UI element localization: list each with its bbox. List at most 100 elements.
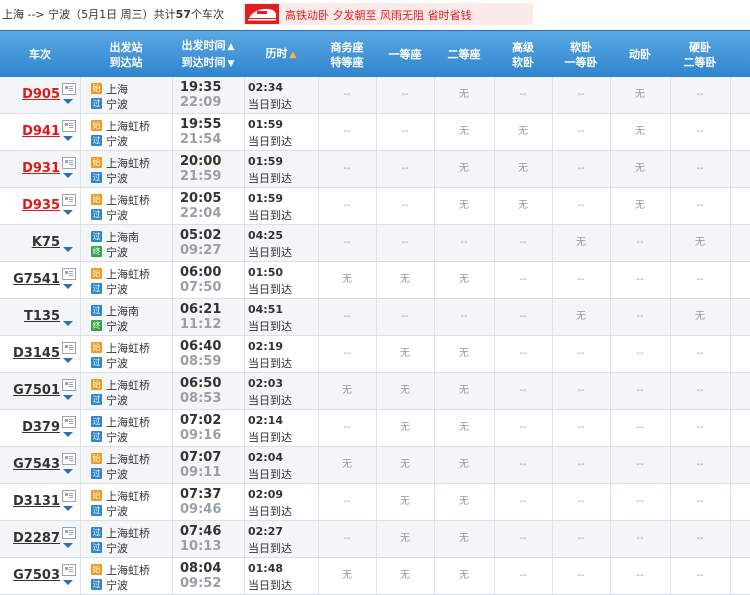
seat-availability: 无 [400,533,410,544]
column-divider [80,558,81,594]
arrival-note: 当日到达 [248,394,292,407]
arrival-note: 当日到达 [248,135,292,148]
duration: 02:27 [248,525,284,538]
arrival-time: 11:12 [180,317,222,332]
document-icon[interactable] [62,342,76,354]
column-divider [244,77,245,113]
from-station: 上海虹桥 [106,379,150,392]
document-icon[interactable] [62,268,76,280]
document-icon[interactable] [62,194,76,206]
departure-time: 06:40 [180,339,222,354]
seat-availability: 无 [400,496,410,507]
to-station: 宁波 [106,542,128,555]
document-icon[interactable] [62,490,76,502]
train-number-link[interactable]: D2287 [0,531,60,546]
document-icon[interactable] [62,564,76,576]
train-number-link[interactable]: D379 [0,420,60,435]
seat-availability: -- [577,200,585,211]
duration: 02:14 [248,414,284,427]
column-divider [244,262,245,298]
column-divider [80,114,81,150]
train-number-link[interactable]: D905 [0,87,60,102]
document-icon[interactable] [62,120,76,132]
to-station: 宁波 [106,394,128,407]
column-divider [730,299,731,335]
column-times[interactable]: 出发时间 ▲ 到达时间 ▼ [172,31,244,78]
seat-availability: -- [696,200,704,211]
column-duration[interactable]: 历时 ▲ [244,31,318,78]
chevron-down-icon[interactable] [63,580,73,585]
chevron-down-icon[interactable] [63,173,73,178]
table-row: T135 过上海南终宁波 06:21 11:12 04:51 当日到达 -- -- -- -- 无 -… [0,299,750,336]
chevron-down-icon[interactable] [63,506,73,511]
column-divider [80,373,81,409]
column-divider [730,77,731,113]
chevron-down-icon[interactable] [63,469,73,474]
train-number-link[interactable]: D3145 [0,346,60,361]
seat-availability: -- [696,533,704,544]
chevron-down-icon[interactable] [63,210,73,215]
chevron-down-icon[interactable] [63,395,73,400]
station-badge-to: 过 [91,135,102,146]
table-row: G7503 始上海虹桥过宁波 08:04 09:52 01:48 当日到达 无 无 无 -- -- -… [0,558,750,595]
seat-availability: -- [519,237,527,248]
train-number-link[interactable]: G7501 [0,383,60,398]
train-number-link[interactable]: D3131 [0,494,60,509]
column-divider [172,299,173,335]
chevron-down-icon[interactable] [63,321,73,326]
arrival-time: 21:54 [180,132,222,147]
chevron-down-icon[interactable] [63,284,73,289]
chevron-down-icon[interactable] [63,543,73,548]
station-badge-from: 始 [91,194,102,205]
train-number-link[interactable]: K75 [0,235,60,250]
chevron-down-icon[interactable] [63,432,73,437]
sort-up-icon[interactable]: ▲ [290,50,297,60]
column-divider [80,410,81,446]
document-icon[interactable] [62,83,76,95]
train-number-link[interactable]: G7503 [0,568,60,583]
train-number-link[interactable]: D941 [0,124,60,139]
seat-availability: -- [636,570,644,581]
table-row: G7543 始上海虹桥过宁波 07:07 09:11 02:04 当日到达 无 无 无 -- -- -… [0,447,750,484]
document-icon[interactable] [62,416,76,428]
column-train[interactable]: 车次 [0,31,80,78]
route-suffix: 个车次 [190,8,224,21]
seat-availability: 无 [459,163,469,174]
promo-banner[interactable]: 高铁动卧 夕发朝至 风雨无阻 省时省钱 [243,3,533,25]
train-number-link[interactable]: G7543 [0,457,60,472]
table-row: K75 过上海南终宁波 05:02 09:27 04:25 当日到达 -- -- -- -- 无 --… [0,225,750,262]
seat-availability: 无 [459,200,469,211]
seat-availability: 无 [400,274,410,285]
seat-availability: 无 [576,237,586,248]
column-divider [172,410,173,446]
chevron-down-icon[interactable] [63,247,73,252]
arrival-time: 09:16 [180,428,222,443]
chevron-down-icon[interactable] [63,136,73,141]
train-number-link[interactable]: T135 [0,309,60,324]
train-number-link[interactable]: G7541 [0,272,60,287]
column-divider [730,447,731,483]
to-station: 宁波 [106,320,128,333]
table-row: G7501 始上海虹桥过宁波 06:50 08:53 02:03 当日到达 无 无 无 -- -- -… [0,373,750,410]
column-divider [80,521,81,557]
chevron-down-icon[interactable] [63,358,73,363]
column-soft: 软卧 一等卧 [552,31,610,78]
train-number-link[interactable]: D935 [0,198,60,213]
train-number-link[interactable]: D931 [0,161,60,176]
column-stations[interactable]: 出发站 到达站 [80,31,172,78]
chevron-down-icon[interactable] [63,99,73,104]
document-icon[interactable] [62,453,76,465]
document-icon[interactable] [62,527,76,539]
station-badge-from: 始 [91,83,102,94]
seat-availability: 无 [518,200,528,211]
document-icon[interactable] [62,157,76,169]
sort-up-icon[interactable]: ▲ [228,42,235,52]
column-divider [80,447,81,483]
seat-availability: -- [696,89,704,100]
seat-availability: -- [343,496,351,507]
document-icon[interactable] [62,379,76,391]
sort-down-icon[interactable]: ▼ [228,59,235,69]
column-duration-label: 历时 [265,47,288,60]
seat-availability: 无 [695,237,705,248]
seat-availability: 无 [459,533,469,544]
